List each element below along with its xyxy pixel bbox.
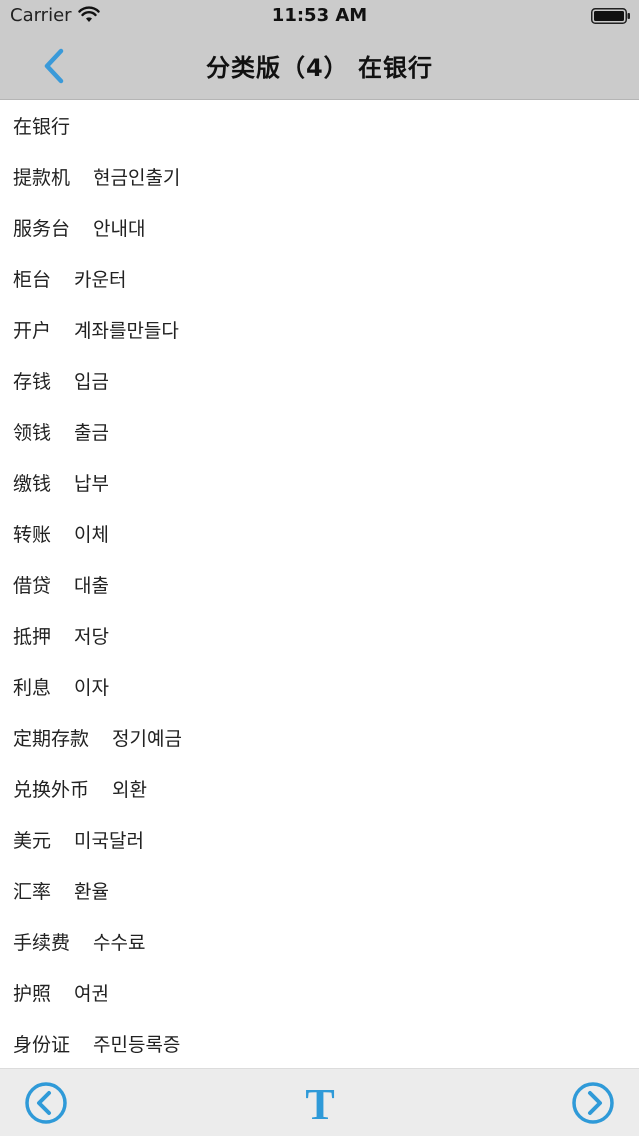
chinese-term: 手续费 (13, 932, 71, 954)
chinese-term: 身份证 (13, 1034, 71, 1056)
list-item[interactable]: 汇率 환율 (0, 865, 639, 916)
chinese-term: 兑换外币 (13, 779, 90, 801)
korean-translation: 출금 (74, 422, 109, 444)
korean-translation: 환율 (74, 881, 109, 903)
korean-translation: 외환 (112, 779, 147, 801)
chinese-term: 缴钱 (13, 473, 52, 495)
list-item[interactable]: 存钱 입금 (0, 355, 639, 406)
list-item[interactable]: 护照 여권 (0, 967, 639, 1018)
chinese-term: 开户 (13, 320, 52, 342)
status-time: 11:53 AM (271, 5, 368, 26)
list-item[interactable]: 手续费 수수료 (0, 916, 639, 967)
korean-translation: 안내대 (93, 218, 146, 240)
list-item[interactable]: 借贷 대출 (0, 559, 639, 610)
list-item[interactable]: 转账 이체 (0, 508, 639, 559)
chinese-term: 抵押 (13, 626, 52, 648)
chinese-term: 转账 (13, 524, 52, 546)
list-item[interactable]: 兑换外币 외환 (0, 763, 639, 814)
svg-text:T: T (305, 1081, 334, 1125)
chinese-term: 领钱 (13, 422, 52, 444)
previous-page-button[interactable] (24, 1081, 68, 1125)
chinese-term: 柜台 (13, 269, 52, 291)
font-size-button[interactable]: T (298, 1079, 342, 1127)
chinese-term: 利息 (13, 677, 52, 699)
navigation-bar: 分类版（4） 在银行 (0, 32, 639, 100)
list-item[interactable]: 定期存款 정기예금 (0, 712, 639, 763)
battery-icon (591, 8, 630, 24)
list-item[interactable]: 提款机 현금인출기 (0, 151, 639, 202)
korean-translation: 수수료 (93, 932, 146, 954)
korean-translation: 카운터 (74, 269, 127, 291)
korean-translation: 이자 (74, 677, 109, 699)
korean-translation: 정기예금 (112, 728, 182, 750)
korean-translation: 대출 (74, 575, 109, 597)
korean-translation: 현금인출기 (93, 167, 181, 189)
chinese-term: 借贷 (13, 575, 52, 597)
korean-translation: 여권 (74, 983, 109, 1005)
list-item[interactable]: 抵押 저당 (0, 610, 639, 661)
korean-translation: 미국달러 (74, 830, 144, 852)
korean-translation: 입금 (74, 371, 109, 393)
list-item[interactable]: 缴钱 납부 (0, 457, 639, 508)
chinese-term: 在银行 (13, 116, 71, 138)
status-bar: Carrier 11:53 AM (0, 0, 639, 32)
chinese-term: 服务台 (13, 218, 71, 240)
chinese-term: 存钱 (13, 371, 52, 393)
vocabulary-list[interactable]: 在银行提款机 현금인출기 服务台 안내대 柜台 카운터 开户 계좌를만들다 存钱 입금 领钱 출금 缴钱… (0, 100, 639, 1068)
chinese-term: 定期存款 (13, 728, 90, 750)
korean-translation: 이체 (74, 524, 109, 546)
korean-translation: 저당 (74, 626, 109, 648)
korean-translation: 납부 (74, 473, 109, 495)
chinese-term: 提款机 (13, 167, 71, 189)
list-item[interactable]: 服务台 안내대 (0, 202, 639, 253)
chinese-term: 美元 (13, 830, 52, 852)
bottom-toolbar: T (0, 1068, 639, 1136)
list-item[interactable]: 身份证 주민등록증 (0, 1018, 639, 1068)
list-item[interactable]: 柜台 카운터 (0, 253, 639, 304)
chinese-term: 汇率 (13, 881, 52, 903)
list-item[interactable]: 开户 계좌를만들다 (0, 304, 639, 355)
list-item[interactable]: 利息 이자 (0, 661, 639, 712)
list-item[interactable]: 领钱 출금 (0, 406, 639, 457)
text-size-icon: T (305, 1081, 334, 1125)
page-title: 分类版（4） 在银行 (205, 54, 434, 82)
list-item[interactable]: 美元 미국달러 (0, 814, 639, 865)
korean-translation: 계좌를만들다 (74, 320, 179, 342)
korean-translation: 주민등록증 (93, 1034, 181, 1056)
list-item[interactable]: 在银行 (0, 100, 639, 151)
next-page-button[interactable] (571, 1081, 615, 1125)
chinese-term: 护照 (13, 983, 52, 1005)
